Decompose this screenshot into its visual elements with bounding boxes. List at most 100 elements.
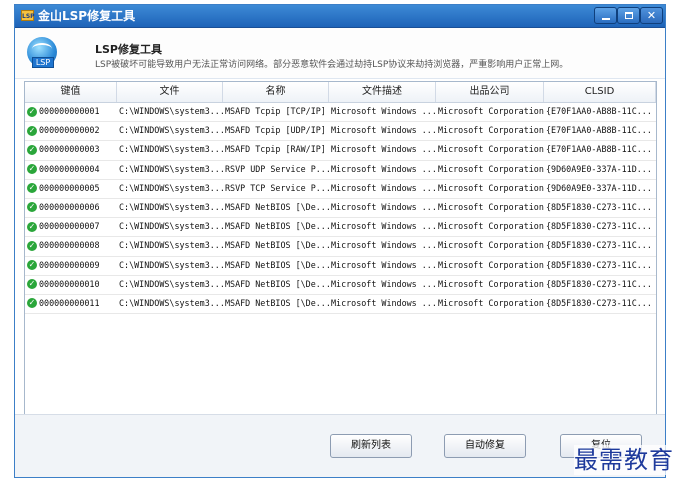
cell-company: Microsoft Corporation xyxy=(438,259,544,270)
cell-key: ✓ 000000000003 xyxy=(25,141,117,159)
auto-fix-button[interactable]: 自动修复 xyxy=(444,434,526,458)
cell-clsid: {8D5F1830-C273-11C... xyxy=(546,221,652,232)
cell-name: RSVP TCP Service P... xyxy=(225,182,329,193)
cell-key: ✓ 000000000005 xyxy=(25,180,117,198)
minimize-icon xyxy=(602,18,610,20)
check-circle-icon: ✓ xyxy=(27,298,37,309)
cell-description: Microsoft Windows ... xyxy=(331,201,436,212)
header-title: LSP修复工具 xyxy=(95,43,162,56)
cell-clsid: {9D60A9E0-337A-11D... xyxy=(546,163,652,174)
cell-name: MSAFD NetBIOS [\De... xyxy=(225,259,329,270)
cell-company: Microsoft Corporation xyxy=(438,240,544,251)
cell-key: ✓ 000000000004 xyxy=(25,161,117,179)
table-row[interactable]: ✓ 000000000009 C:\WINDOWS\system3... MSAFD … xyxy=(25,257,656,276)
cell-description: Microsoft Windows ... xyxy=(331,125,436,136)
table-body: ✓ 000000000001 C:\WINDOWS\system3... MSAFD … xyxy=(25,103,656,315)
title-bar[interactable]: LSP 金山LSP修复工具 ✕ xyxy=(15,5,665,28)
cell-clsid: {8D5F1830-C273-11C... xyxy=(546,259,652,270)
check-circle-icon: ✓ xyxy=(27,164,37,175)
cell-file: C:\WINDOWS\system3... xyxy=(119,125,223,136)
table-row[interactable]: ✓ 000000000003 C:\WINDOWS\system3... MSAFD … xyxy=(25,141,656,161)
check-circle-icon: ✓ xyxy=(27,221,37,232)
cell-key-text: 000000000004 xyxy=(39,163,100,174)
column-header-clsid[interactable]: CLSID xyxy=(544,82,656,102)
cell-key-text: 000000000002 xyxy=(39,125,100,136)
cell-file: C:\WINDOWS\system3... xyxy=(119,297,223,308)
column-header-company[interactable]: 出品公司 xyxy=(436,82,544,102)
cell-key: ✓ 000000000010 xyxy=(25,276,117,294)
watermark-text: 最需教育 xyxy=(574,445,674,475)
table-row[interactable]: ✓ 000000000010 C:\WINDOWS\system3... MSAFD … xyxy=(25,276,656,295)
column-header-name[interactable]: 名称 xyxy=(223,82,329,102)
check-circle-icon: ✓ xyxy=(27,279,37,290)
cell-company: Microsoft Corporation xyxy=(438,221,544,232)
cell-file: C:\WINDOWS\system3... xyxy=(119,106,223,116)
cell-description: Microsoft Windows ... xyxy=(331,259,436,270)
cell-file: C:\WINDOWS\system3... xyxy=(119,240,223,251)
button-bar: 刷新列表 自动修复 复位 xyxy=(15,414,665,477)
app-icon: LSP xyxy=(21,10,35,21)
cell-company: Microsoft Corporation xyxy=(438,106,544,116)
column-header-key[interactable]: 键值 xyxy=(25,82,117,102)
cell-name: MSAFD Tcpip [UDP/IP] xyxy=(225,125,326,136)
table-row[interactable]: ✓ 000000000007 C:\WINDOWS\system3... MSAFD … xyxy=(25,218,656,238)
cell-file: C:\WINDOWS\system3... xyxy=(119,201,223,212)
refresh-list-button[interactable]: 刷新列表 xyxy=(330,434,412,458)
cell-company: Microsoft Corporation xyxy=(438,182,544,193)
maximize-button[interactable] xyxy=(617,7,640,24)
cell-name: MSAFD NetBIOS [\De... xyxy=(225,221,329,232)
cell-clsid: {9D60A9E0-337A-11D... xyxy=(546,182,652,193)
cell-key-text: 000000000005 xyxy=(39,182,100,193)
tool-header: LSP LSP修复工具 LSP被破坏可能导致用户无法正常访问网络。部分恶意软件会… xyxy=(15,28,665,79)
cell-company: Microsoft Corporation xyxy=(438,144,544,155)
header-description: LSP被破坏可能导致用户无法正常访问网络。部分恶意软件会通过劫持LSP协议来劫持… xyxy=(95,60,569,70)
check-circle-icon: ✓ xyxy=(27,183,37,194)
cell-key: ✓ 000000000008 xyxy=(25,237,117,255)
cell-name: MSAFD Tcpip [RAW/IP] xyxy=(225,144,326,155)
table-row[interactable]: ✓ 000000000004 C:\WINDOWS\system3... RSVP U… xyxy=(25,161,656,180)
cell-clsid: {E70F1AA0-AB8B-11C... xyxy=(546,106,652,116)
cell-key-text: 000000000003 xyxy=(39,144,100,155)
column-header-file[interactable]: 文件 xyxy=(117,82,223,102)
cell-description: Microsoft Windows ... xyxy=(331,182,436,193)
check-circle-icon: ✓ xyxy=(27,240,37,251)
table-row[interactable]: ✓ 000000000002 C:\WINDOWS\system3... MSAFD … xyxy=(25,122,656,142)
cell-clsid: {8D5F1830-C273-11C... xyxy=(546,297,652,308)
table-row[interactable]: ✓ 000000000008 C:\WINDOWS\system3... MSAFD … xyxy=(25,237,656,257)
cell-name: MSAFD NetBIOS [\De... xyxy=(225,297,329,308)
check-circle-icon: ✓ xyxy=(27,125,37,136)
cell-key-text: 000000000007 xyxy=(39,221,100,232)
cell-key-text: 000000000010 xyxy=(39,278,100,289)
check-circle-icon: ✓ xyxy=(27,260,37,270)
cell-name: MSAFD NetBIOS [\De... xyxy=(225,278,329,289)
close-button[interactable]: ✕ xyxy=(640,7,663,24)
table-row[interactable]: ✓ 000000000005 C:\WINDOWS\system3... RSVP T… xyxy=(25,180,656,199)
cell-clsid: {8D5F1830-C273-11C... xyxy=(546,240,652,251)
cell-key-text: 000000000006 xyxy=(39,201,100,212)
globe-arc xyxy=(32,43,52,55)
cell-description: Microsoft Windows ... xyxy=(331,144,436,155)
lsp-list-table[interactable]: 键值 文件 名称 文件描述 出品公司 CLSID ✓ 000000000001 C:… xyxy=(24,81,657,415)
cell-name: MSAFD Tcpip [TCP/IP] xyxy=(225,106,326,116)
cell-clsid: {E70F1AA0-AB8B-11C... xyxy=(546,144,652,155)
column-header-description[interactable]: 文件描述 xyxy=(329,82,436,102)
cell-name: MSAFD NetBIOS [\De... xyxy=(225,201,329,212)
table-header: 键值 文件 名称 文件描述 出品公司 CLSID xyxy=(25,82,656,103)
cell-file: C:\WINDOWS\system3... xyxy=(119,278,223,289)
cell-file: C:\WINDOWS\system3... xyxy=(119,163,223,174)
window-title: 金山LSP修复工具 xyxy=(38,9,136,23)
globe-lsp-icon: LSP xyxy=(27,37,57,68)
cell-key: ✓ 000000000001 xyxy=(25,103,117,121)
cell-name: RSVP UDP Service P... xyxy=(225,163,329,174)
maximize-icon xyxy=(625,12,633,19)
table-row[interactable]: ✓ 000000000001 C:\WINDOWS\system3... MSAFD … xyxy=(25,103,656,123)
cell-description: Microsoft Windows ... xyxy=(331,297,436,308)
lsp-repair-window: LSP 金山LSP修复工具 ✕ LSP LSP修复工具 LSP被破坏可能导致用户… xyxy=(14,4,666,478)
cell-clsid: {8D5F1830-C273-11C... xyxy=(546,278,652,289)
table-row[interactable]: ✓ 000000000006 C:\WINDOWS\system3... MSAFD … xyxy=(25,199,656,219)
table-row[interactable]: ✓ 000000000011 C:\WINDOWS\system3... MSAFD … xyxy=(25,295,656,315)
cell-key: ✓ 000000000009 xyxy=(25,257,117,275)
minimize-button[interactable] xyxy=(594,7,617,24)
cell-file: C:\WINDOWS\system3... xyxy=(119,259,223,270)
check-circle-icon: ✓ xyxy=(27,106,37,117)
